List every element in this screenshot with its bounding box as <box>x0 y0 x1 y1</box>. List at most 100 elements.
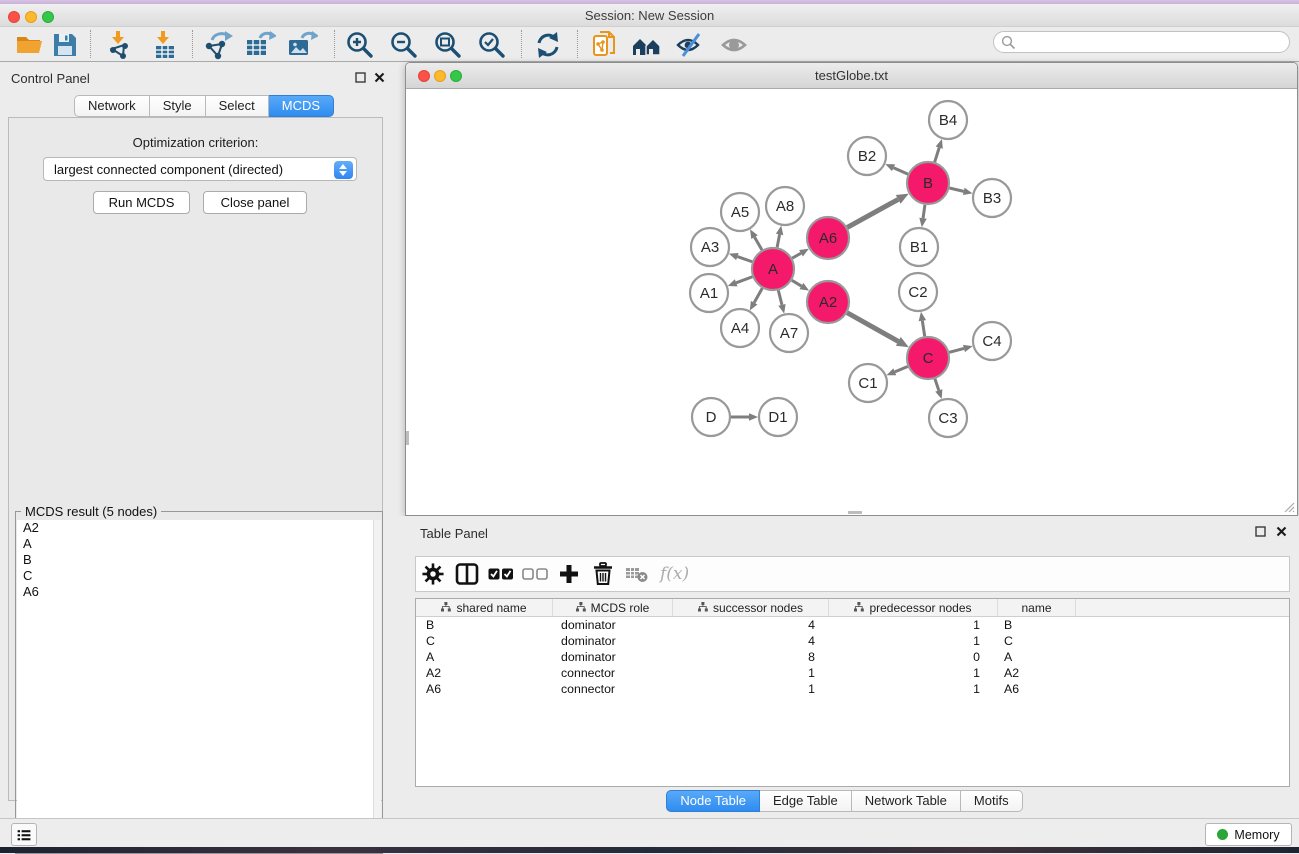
network-graph[interactable]: AA1A3A5A8A4A7A6A2BB2B4B3B1CC2C4C1C3DD1 <box>406 89 1297 515</box>
graph-node-B2[interactable]: B2 <box>848 137 886 175</box>
graph-node-C[interactable]: C <box>907 337 949 379</box>
result-item[interactable]: A6 <box>17 584 374 600</box>
zoom-window-light[interactable] <box>42 11 54 23</box>
graph-edge-A-A7[interactable] <box>778 290 785 313</box>
optimization-criterion-select[interactable]: largest connected component (directed) <box>43 157 357 181</box>
table-tab-edge-table[interactable]: Edge Table <box>760 790 852 812</box>
graph-edge-A-A4[interactable] <box>750 288 762 310</box>
refresh-icon[interactable] <box>532 29 564 61</box>
graph-edge-A-A6[interactable] <box>792 249 809 258</box>
select-all-icon[interactable] <box>484 567 518 581</box>
graph-edge-B-B4[interactable] <box>935 139 943 162</box>
graph-node-D[interactable]: D <box>692 398 730 436</box>
home-layout-icon[interactable] <box>631 29 663 61</box>
search-input[interactable] <box>1020 33 1280 51</box>
export-table-icon[interactable] <box>244 29 276 61</box>
graph-edge-C-C3[interactable] <box>935 379 942 399</box>
export-image-icon[interactable] <box>286 29 318 61</box>
graph-node-A1[interactable]: A1 <box>690 274 728 312</box>
graph-node-A4[interactable]: A4 <box>721 309 759 347</box>
graph-edge-B-B1[interactable] <box>919 205 926 227</box>
tab-style[interactable]: Style <box>150 95 206 117</box>
hide-panels-icon[interactable] <box>674 29 706 61</box>
graph-node-B3[interactable]: B3 <box>973 179 1011 217</box>
result-item[interactable]: C <box>17 568 374 584</box>
column-header-predecessor-nodes[interactable]: predecessor nodes <box>829 599 998 616</box>
table-row[interactable]: Cdominator41C <box>416 633 1289 649</box>
deselect-all-icon[interactable] <box>518 567 552 581</box>
table-tab-node-table[interactable]: Node Table <box>666 790 760 812</box>
graph-node-A[interactable]: A <box>752 248 794 290</box>
run-mcds-button[interactable]: Run MCDS <box>93 191 190 214</box>
import-network-icon[interactable] <box>104 29 136 61</box>
network-canvas[interactable]: AA1A3A5A8A4A7A6A2BB2B4B3B1CC2C4C1C3DD1 <box>406 89 1297 515</box>
graph-node-C3[interactable]: C3 <box>929 399 967 437</box>
graph-edge-C-C1[interactable] <box>886 366 907 375</box>
table-row[interactable]: A6connector11A6 <box>416 681 1289 697</box>
zoom-in-icon[interactable] <box>344 29 376 61</box>
graph-node-D1[interactable]: D1 <box>759 398 797 436</box>
mcds-list-scrollbar[interactable] <box>373 520 381 853</box>
graph-node-A8[interactable]: A8 <box>766 187 804 225</box>
graph-edge-A-A1[interactable] <box>728 277 753 287</box>
show-columns-icon[interactable] <box>450 562 484 586</box>
mcds-result-list[interactable]: A2ABCA6 <box>17 520 374 853</box>
graph-edge-A2-C[interactable] <box>847 313 909 348</box>
graph-node-C1[interactable]: C1 <box>849 364 887 402</box>
close-window-light[interactable] <box>8 11 20 23</box>
column-settings-gear-icon[interactable] <box>416 563 450 585</box>
result-item[interactable]: B <box>17 552 374 568</box>
minimize-network-light[interactable] <box>434 70 446 82</box>
graph-edge-B-B3[interactable] <box>949 188 972 195</box>
graph-node-B[interactable]: B <box>907 162 949 204</box>
close-table-panel-icon[interactable] <box>1274 524 1288 538</box>
resize-grip-icon[interactable] <box>1283 501 1295 513</box>
table-row[interactable]: Bdominator41B <box>416 617 1289 633</box>
save-session-icon[interactable] <box>49 29 81 61</box>
graph-edge-C-C4[interactable] <box>949 345 972 353</box>
graph-node-A7[interactable]: A7 <box>770 314 808 352</box>
graph-edge-B-B2[interactable] <box>885 164 908 174</box>
float-table-panel-icon[interactable] <box>1253 524 1267 538</box>
table-tab-motifs[interactable]: Motifs <box>961 790 1023 812</box>
graph-edge-C-C2[interactable] <box>919 312 926 336</box>
graph-node-B1[interactable]: B1 <box>900 228 938 266</box>
add-column-icon[interactable] <box>552 563 586 585</box>
export-network-icon[interactable] <box>202 29 234 61</box>
graph-node-C2[interactable]: C2 <box>899 273 937 311</box>
graph-edge-D-D1[interactable] <box>731 413 758 421</box>
memory-button[interactable]: Memory <box>1205 823 1292 846</box>
table-row[interactable]: A2connector11A2 <box>416 665 1289 681</box>
zoom-out-icon[interactable] <box>388 29 420 61</box>
graph-node-A3[interactable]: A3 <box>691 228 729 266</box>
zoom-selected-icon[interactable] <box>476 29 508 61</box>
graph-node-A2[interactable]: A2 <box>807 281 849 323</box>
graph-edge-A-A5[interactable] <box>750 229 762 250</box>
open-file-icon[interactable] <box>14 29 46 61</box>
function-builder-icon[interactable]: f(x) <box>654 564 689 584</box>
column-header-mcds-role[interactable]: MCDS role <box>553 599 673 616</box>
close-panel-button[interactable]: Close panel <box>203 191 307 214</box>
result-item[interactable]: A <box>17 536 374 552</box>
column-header-shared-name[interactable]: shared name <box>416 599 553 616</box>
task-history-button[interactable] <box>11 823 37 846</box>
tab-select[interactable]: Select <box>206 95 269 117</box>
zoom-fit-icon[interactable] <box>432 29 464 61</box>
search-field[interactable] <box>993 31 1290 53</box>
graph-edge-A-A8[interactable] <box>776 226 783 248</box>
column-header-name[interactable]: name <box>998 599 1076 616</box>
graph-node-A5[interactable]: A5 <box>721 193 759 231</box>
graph-node-C4[interactable]: C4 <box>973 322 1011 360</box>
show-panel-icon[interactable] <box>719 29 751 61</box>
canvas-scroll-indicator-bottom[interactable] <box>848 511 862 514</box>
close-network-light[interactable] <box>418 70 430 82</box>
minimize-window-light[interactable] <box>25 11 37 23</box>
float-panel-icon[interactable] <box>353 70 367 84</box>
import-table-icon[interactable] <box>149 29 181 61</box>
result-item[interactable]: A2 <box>17 520 374 536</box>
graph-edge-A-A3[interactable] <box>729 253 752 262</box>
zoom-network-light[interactable] <box>450 70 462 82</box>
close-panel-icon[interactable] <box>372 70 386 84</box>
column-header-successor-nodes[interactable]: successor nodes <box>673 599 829 616</box>
table-tab-network-table[interactable]: Network Table <box>852 790 961 812</box>
